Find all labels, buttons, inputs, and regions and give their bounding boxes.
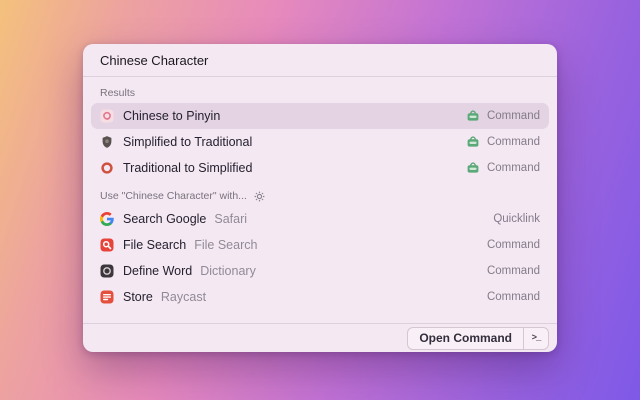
item-type-badge: Command — [486, 136, 540, 148]
results-list: Results Chinese to Pinyin Command Simpli… — [83, 77, 557, 323]
item-subtitle: File Search — [194, 238, 258, 252]
section-title: Use "Chinese Character" with... — [100, 190, 247, 202]
item-subtitle: Safari — [214, 212, 248, 226]
item-title: Simplified to Traditional — [123, 135, 253, 149]
green-extension-icon — [467, 162, 479, 173]
list-item[interactable]: Traditional to Simplified Command — [91, 155, 549, 181]
item-subtitle: Dictionary — [200, 264, 256, 278]
footer-bar: Open Command >_ — [83, 323, 557, 352]
item-type-badge: Command — [486, 162, 540, 174]
desktop-background: Chinese Character Results Chinese to Pin… — [0, 0, 640, 400]
item-subtitle: Raycast — [160, 290, 207, 304]
item-title: Traditional to Simplified — [123, 161, 253, 175]
list-item[interactable]: Search Google Safari Quicklink — [91, 206, 549, 232]
terminal-prompt-key-icon: >_ — [523, 327, 548, 349]
gear-icon[interactable] — [254, 191, 265, 202]
list-item[interactable]: Define Word Dictionary Command — [91, 258, 549, 284]
item-type-badge: Command — [486, 291, 540, 303]
item-type-badge: Command — [486, 239, 540, 251]
shield-icon — [102, 136, 112, 148]
dictionary-icon — [100, 264, 114, 278]
item-title: Search Google — [123, 212, 207, 226]
google-icon — [100, 212, 114, 226]
primary-action-group: Open Command >_ — [407, 326, 549, 350]
launcher-window: Chinese Character Results Chinese to Pin… — [83, 44, 557, 352]
list-item[interactable]: Simplified to Traditional Command — [91, 129, 549, 155]
green-extension-icon — [467, 136, 479, 147]
search-input[interactable]: Chinese Character — [100, 53, 208, 68]
item-type-badge: Command — [486, 265, 540, 277]
item-title: Define Word — [123, 264, 193, 278]
item-title: Store — [123, 290, 153, 304]
item-title: File Search — [123, 238, 187, 252]
list-item[interactable]: File Search File Search Command — [91, 232, 549, 258]
section-header-use-with: Use "Chinese Character" with... — [100, 190, 540, 202]
section-title: Results — [100, 87, 136, 99]
store-icon — [100, 290, 114, 304]
green-extension-icon — [467, 110, 479, 121]
list-item[interactable]: Chinese to Pinyin Command — [91, 103, 549, 129]
section-header-results: Results — [100, 87, 540, 99]
open-command-button[interactable]: Open Command — [408, 328, 523, 349]
item-title: Chinese to Pinyin — [123, 109, 221, 123]
item-type-badge: Quicklink — [493, 213, 540, 225]
list-item[interactable]: Store Raycast Command — [91, 284, 549, 310]
file-search-icon — [100, 238, 114, 252]
pinyin-extension-icon — [100, 109, 114, 123]
red-ring-icon — [101, 162, 113, 174]
search-bar[interactable]: Chinese Character — [83, 44, 557, 77]
item-type-badge: Command — [486, 110, 540, 122]
